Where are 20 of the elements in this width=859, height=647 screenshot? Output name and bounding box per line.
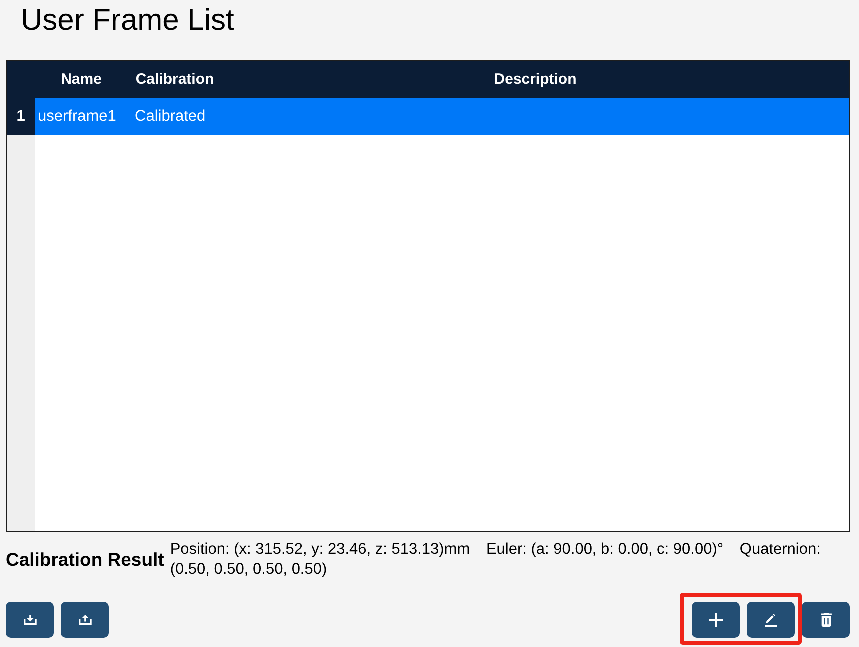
upload-icon xyxy=(78,615,92,625)
trash-icon xyxy=(820,613,832,627)
download-icon xyxy=(24,615,36,625)
page-title: User Frame List xyxy=(21,4,234,37)
column-header[interactable]: Name xyxy=(61,71,102,88)
edit-button[interactable] xyxy=(747,602,795,638)
pencil-icon xyxy=(764,614,778,626)
column-header[interactable]: Calibration xyxy=(136,71,214,88)
row-number: 1 xyxy=(7,98,35,135)
result-label: Calibration Result xyxy=(6,549,164,571)
export-button[interactable] xyxy=(61,602,109,638)
column-header[interactable]: Description xyxy=(494,71,577,88)
table-cell: userframe1 xyxy=(38,108,116,126)
delete-button[interactable] xyxy=(802,602,850,638)
add-button[interactable] xyxy=(692,602,740,638)
table-row[interactable]: 1 userframe1 Calibrated xyxy=(7,98,849,135)
table-cell: Calibrated xyxy=(135,108,206,126)
result-text: Position: (x: 315.52, y: 23.46, z: 513.13)mm Euler: (a: 90.00, b: 0.00, c: 90.00)° Quaternion: (0.50, 0.50, 0.50, 0.50) xyxy=(170,540,822,580)
import-button[interactable] xyxy=(6,602,54,638)
plus-icon xyxy=(709,613,723,627)
